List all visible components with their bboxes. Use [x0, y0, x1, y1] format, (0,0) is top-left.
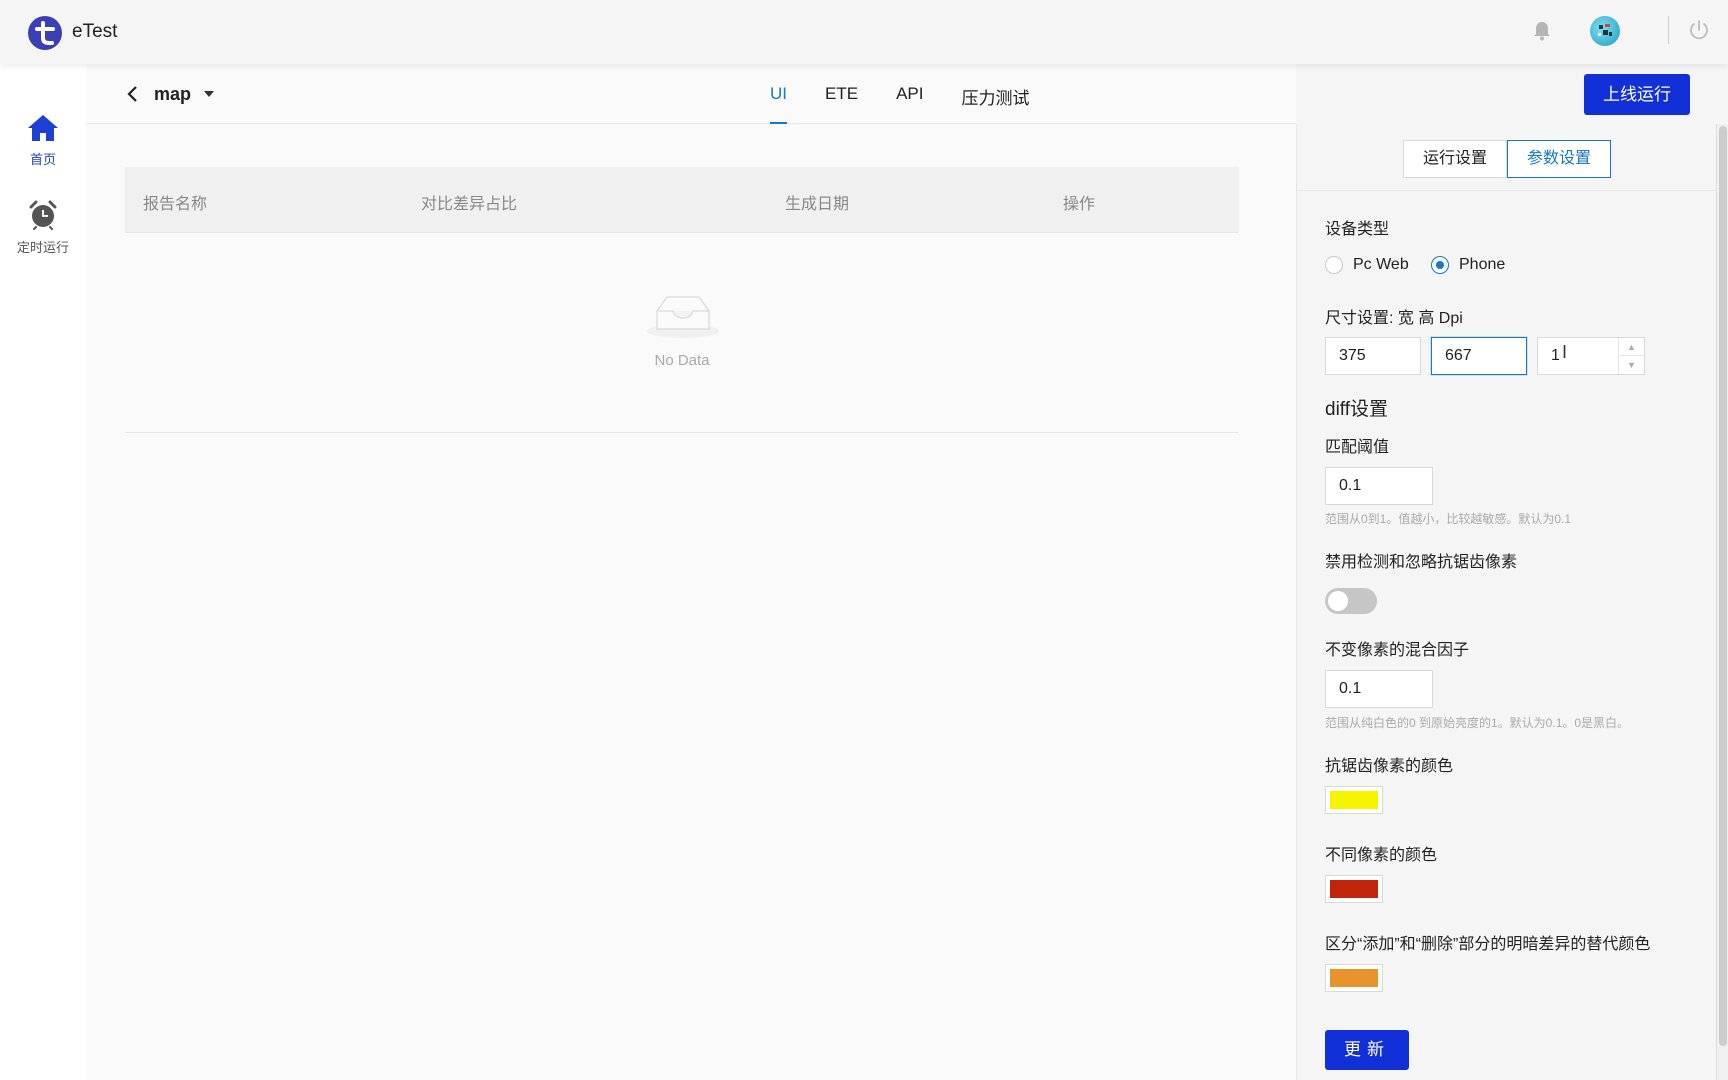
home-icon [28, 115, 58, 141]
tab-api[interactable]: API [896, 64, 923, 124]
table-body: No Data [125, 233, 1239, 433]
threshold-label: 匹配阈值 [1325, 439, 1390, 456]
panel-scrollbar[interactable] [1716, 124, 1728, 1080]
bell-icon[interactable] [1533, 21, 1551, 41]
width-input[interactable]: 375 [1325, 337, 1421, 375]
project-name[interactable]: map [154, 84, 191, 105]
deploy-button[interactable]: 上线运行 [1584, 74, 1690, 115]
aa-ignore-label: 禁用检测和忽略抗锯齿像素 [1325, 554, 1518, 571]
radio-circle [1325, 256, 1343, 274]
tab-ui[interactable]: UI [770, 64, 787, 124]
device-type-label: 设备类型 [1325, 221, 1390, 238]
diff-color-label: 不同像素的颜色 [1325, 847, 1438, 864]
height-input[interactable]: 667 [1431, 337, 1527, 375]
caret-down-icon[interactable] [204, 91, 214, 97]
threshold-input[interactable]: 0.1 [1325, 467, 1433, 505]
top-bar: eTest [0, 0, 1728, 64]
panel-divider [1297, 190, 1719, 191]
main-content: map UI ETE API 压力测试 报告名称 对比差异占比 生成日期 操作 … [86, 64, 1296, 1080]
diff-settings-title: diff设置 [1325, 399, 1389, 420]
tab-stress-test[interactable]: 压力测试 [961, 64, 1029, 124]
dpi-input[interactable]: 1 ▲ ▼ [1537, 337, 1645, 375]
alpha-input[interactable]: 0.1 [1325, 670, 1433, 708]
segment-run-settings[interactable]: 运行设置 [1403, 140, 1507, 178]
empty-inbox-icon [647, 296, 719, 338]
alarm-clock-icon [29, 200, 57, 230]
test-type-tabs: UI ETE API 压力测试 [770, 64, 1029, 124]
settings-panel: 运行设置 参数设置 设备类型 Pc Web Phone 尺寸设置: 宽 高 Dp… [1296, 124, 1719, 1080]
dpi-value: 1 [1551, 347, 1560, 364]
aa-color-fill [1330, 791, 1378, 809]
diff-color-fill [1330, 880, 1378, 898]
power-icon[interactable] [1688, 19, 1710, 41]
radio-phone[interactable]: Phone [1431, 256, 1505, 274]
settings-segment: 运行设置 参数设置 [1403, 140, 1611, 178]
stepper-up-icon[interactable]: ▲ [1619, 338, 1644, 356]
alpha-help: 范围从纯白色的0 到原始亮度的1。默认为0.1。0是黑白。 [1325, 716, 1630, 730]
column-actions: 操作 [1063, 196, 1096, 213]
column-date: 生成日期 [785, 196, 850, 213]
nav-item-home[interactable]: 首页 [0, 114, 86, 168]
radio-circle-checked [1431, 256, 1449, 274]
aa-color-picker[interactable] [1325, 786, 1383, 814]
size-label: 尺寸设置: 宽 高 Dpi [1325, 310, 1463, 327]
nav-label-home: 首页 [29, 152, 56, 167]
empty-text: No Data [654, 352, 710, 369]
radio-pc-web[interactable]: Pc Web [1325, 256, 1409, 274]
column-report-name: 报告名称 [143, 196, 208, 213]
sub-header: map UI ETE API 压力测试 [86, 64, 1296, 124]
tab-ete[interactable]: ETE [825, 64, 858, 124]
radio-label: Phone [1459, 256, 1506, 273]
radio-label: Pc Web [1353, 256, 1409, 273]
text-cursor-icon: I [1562, 342, 1568, 362]
side-nav: 首页 定时运行 [0, 64, 86, 1080]
toggle-knob [1328, 591, 1348, 611]
table-header: 报告名称 对比差异占比 生成日期 操作 [125, 167, 1239, 233]
alt-color-label: 区分“添加”和“删除”部分的明暗差异的替代颜色 [1325, 936, 1651, 953]
back-arrow-icon[interactable] [126, 85, 138, 103]
alt-color-picker[interactable] [1325, 964, 1383, 992]
scroll-thumb[interactable] [1719, 126, 1727, 1046]
alpha-label: 不变像素的混合因子 [1325, 642, 1470, 659]
aa-color-label: 抗锯齿像素的颜色 [1325, 758, 1454, 775]
alt-color-fill [1330, 969, 1378, 987]
etest-logo[interactable] [28, 16, 62, 50]
avatar[interactable] [1590, 16, 1620, 46]
column-diff-ratio: 对比差异占比 [421, 196, 518, 213]
stepper-down-icon[interactable]: ▼ [1619, 356, 1644, 374]
update-button[interactable]: 更新 [1325, 1030, 1409, 1070]
top-divider [1668, 16, 1669, 44]
avatar-pattern [1598, 24, 1612, 36]
threshold-help: 范围从0到1。值越小，比较越敏感。默认为0.1 [1325, 512, 1572, 526]
app-name: eTest [72, 21, 118, 42]
dpi-stepper[interactable]: ▲ ▼ [1618, 338, 1644, 374]
segment-param-settings[interactable]: 参数设置 [1507, 140, 1611, 178]
report-table: 报告名称 对比差异占比 生成日期 操作 No Data [125, 167, 1239, 433]
nav-label-timer: 定时运行 [16, 240, 69, 255]
nav-item-timer[interactable]: 定时运行 [0, 200, 86, 256]
diff-color-picker[interactable] [1325, 875, 1383, 903]
logo-icon [35, 21, 55, 45]
aa-ignore-toggle[interactable] [1325, 588, 1377, 614]
